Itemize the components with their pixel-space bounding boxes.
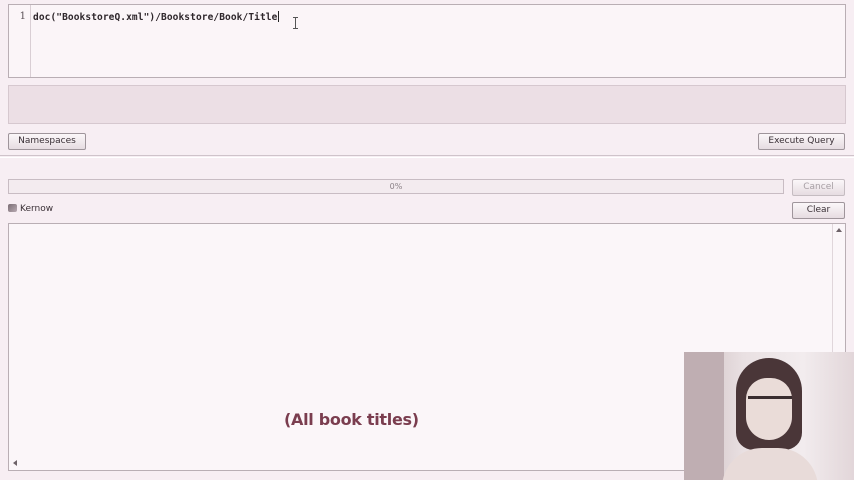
- video-caption: (All book titles): [284, 410, 419, 429]
- line-number-gutter: 1: [9, 5, 31, 77]
- query-status-area: [8, 85, 846, 124]
- query-editor[interactable]: 1 doc("BookstoreQ.xml")/Bookstore/Book/T…: [8, 4, 846, 78]
- results-title-label: Kernow: [20, 204, 54, 214]
- kernow-app-icon: [8, 204, 17, 212]
- namespaces-button[interactable]: Namespaces: [8, 133, 86, 150]
- text-caret: [278, 11, 280, 22]
- cancel-button[interactable]: Cancel: [792, 179, 845, 196]
- presenter-face: [746, 378, 792, 440]
- query-text[interactable]: doc("BookstoreQ.xml")/Bookstore/Book/Tit…: [33, 11, 280, 23]
- results-panel-title: Kernow: [8, 204, 53, 214]
- execute-query-button[interactable]: Execute Query: [758, 133, 845, 150]
- text-cursor-icon: [293, 17, 299, 29]
- panel-divider[interactable]: [0, 155, 854, 158]
- scroll-up-arrow-icon[interactable]: [836, 228, 842, 232]
- progress-bar: 0%: [8, 179, 784, 194]
- presenter-glasses: [748, 396, 792, 408]
- scroll-left-arrow-icon[interactable]: [13, 460, 17, 466]
- webcam-overlay: [684, 352, 854, 480]
- presenter-body: [722, 448, 818, 480]
- progress-label: 0%: [389, 182, 403, 191]
- line-number: 1: [19, 11, 26, 22]
- webcam-background: [684, 352, 724, 480]
- clear-button[interactable]: Clear: [792, 202, 845, 219]
